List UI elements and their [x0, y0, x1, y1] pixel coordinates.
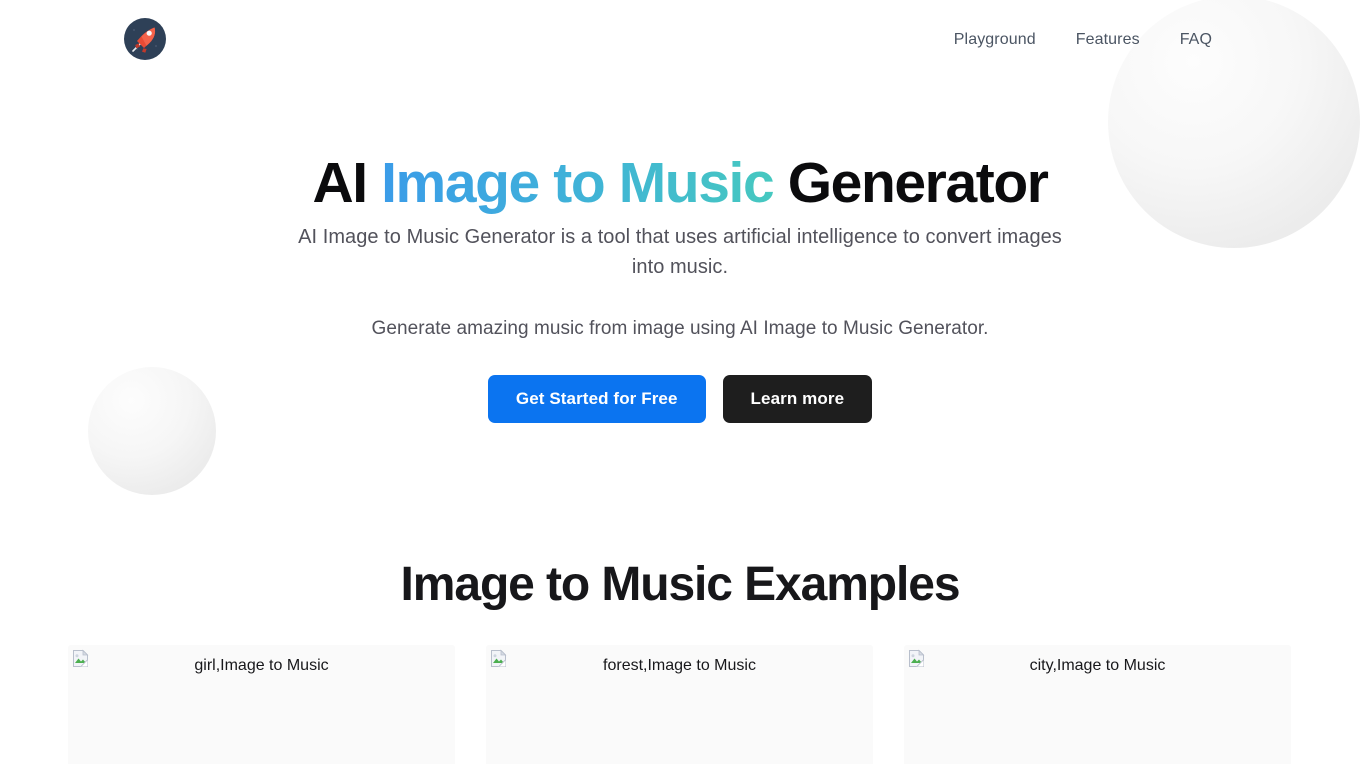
landing-page: Playground Features FAQ AI Image to Musi…: [0, 0, 1360, 764]
rocket-logo-icon: [124, 18, 166, 60]
hero-title-suffix: Generator: [773, 151, 1049, 215]
broken-image-placeholder: girl,Image to Music: [68, 645, 455, 764]
site-header: Playground Features FAQ: [0, 0, 1360, 80]
broken-image-icon: [489, 649, 508, 668]
example-card-girl[interactable]: girl,Image to Music: [68, 645, 455, 764]
page-title: AI Image to Music Generator: [0, 150, 1360, 216]
examples-title: Image to Music Examples: [400, 558, 961, 611]
broken-image-placeholder: city,Image to Music: [904, 645, 1291, 764]
logo-link[interactable]: [124, 18, 166, 60]
broken-image-icon: [71, 649, 90, 668]
broken-image-placeholder: forest,Image to Music: [486, 645, 873, 764]
broken-image-icon: [907, 649, 926, 668]
example-card-alt-text: girl,Image to Music: [194, 657, 329, 674]
get-started-button[interactable]: Get Started for Free: [487, 375, 706, 423]
hero-description: Generate amazing music from image using …: [371, 318, 989, 339]
hero-title-prefix: AI: [312, 151, 382, 215]
examples-card-grid: girl,Image to Music forest,Image to Musi…: [68, 645, 1293, 764]
example-card-alt-text: forest,Image to Music: [603, 657, 756, 674]
examples-section: Image to Music Examples girl,Image to Mu…: [0, 540, 1360, 764]
nav-link-playground[interactable]: Playground: [934, 30, 1056, 50]
hero-title-gradient: Image to Music: [381, 151, 775, 215]
example-card-forest[interactable]: forest,Image to Music: [486, 645, 873, 764]
cta-button-row: Get Started for Free Learn more: [0, 375, 1360, 423]
nav-link-features[interactable]: Features: [1056, 30, 1160, 50]
example-card-city[interactable]: city,Image to Music: [904, 645, 1291, 764]
nav-link-faq[interactable]: FAQ: [1160, 30, 1232, 50]
example-card-alt-text: city,Image to Music: [1029, 657, 1166, 674]
hero-subtitle: AI Image to Music Generator is a tool th…: [298, 226, 1062, 278]
learn-more-button[interactable]: Learn more: [722, 375, 873, 423]
main-navigation: Playground Features FAQ: [934, 0, 1232, 80]
